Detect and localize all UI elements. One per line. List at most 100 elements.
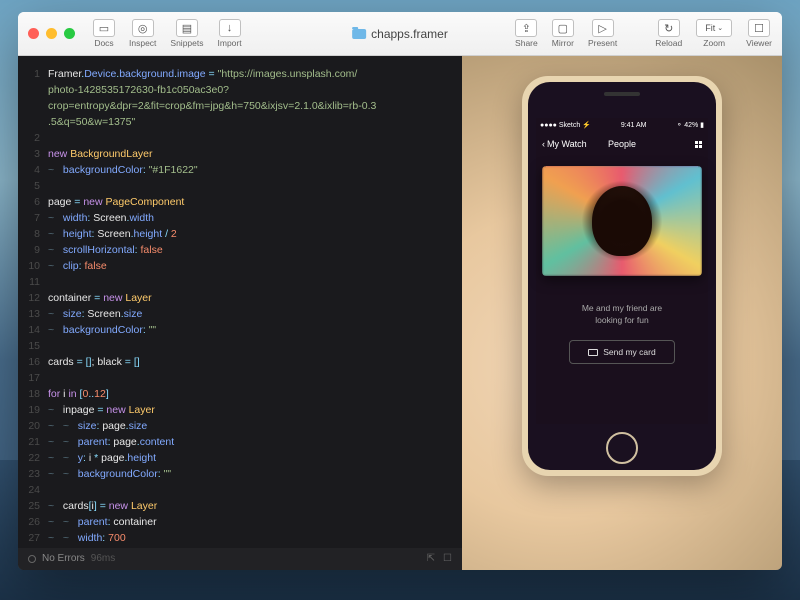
line-number: 20 (26, 418, 48, 434)
code-line[interactable]: photo-1428535172630-fb1c050ac3e0? (18, 82, 462, 98)
line-number: 22 (26, 450, 48, 466)
viewer-button[interactable]: ☐Viewer (746, 19, 772, 48)
code-line[interactable]: 15 (18, 338, 462, 354)
code-line[interactable]: 14~ backgroundColor: "" (18, 322, 462, 338)
code-line[interactable]: 21~ ~ parent: page.content (18, 434, 462, 450)
share-icon: ⇪ (515, 19, 537, 37)
traffic-lights (28, 28, 75, 39)
line-number: 9 (26, 242, 48, 258)
code-line[interactable]: 16cards = []; black = [] (18, 354, 462, 370)
code-line[interactable]: .5&q=50&w=1375" (18, 114, 462, 130)
docs-button[interactable]: ▭Docs (93, 19, 115, 48)
code-line[interactable]: 6page = new PageComponent (18, 194, 462, 210)
code-line[interactable]: 7~ width: Screen.width (18, 210, 462, 226)
line-number: 4 (26, 162, 48, 178)
zoom-button[interactable]: Fit ⌄Zoom (696, 19, 732, 48)
code-line[interactable]: 19~ inpage = new Layer (18, 402, 462, 418)
code-line[interactable]: 18for i in [0..12] (18, 386, 462, 402)
mirror-icon: ▢ (552, 19, 574, 37)
code-line[interactable]: 27~ ~ width: 700 (18, 530, 462, 546)
device-screen[interactable]: ●●●● Sketch ⚡ 9:41 AM ⚬ 42% ▮ ‹ My Watch… (536, 118, 708, 424)
code-line[interactable]: 8~ height: Screen.height / 2 (18, 226, 462, 242)
code-line[interactable]: 12container = new Layer (18, 290, 462, 306)
home-button[interactable] (606, 432, 638, 464)
toolbar-label: Reload (655, 38, 682, 48)
send-card-button[interactable]: Send my card (569, 340, 674, 364)
card-caption: Me and my friend are looking for fun (582, 302, 662, 326)
panel-icon[interactable]: ☐ (443, 551, 452, 567)
line-number: 25 (26, 498, 48, 514)
zoom-icon: Fit ⌄ (696, 19, 732, 37)
ios-status-bar: ●●●● Sketch ⚡ 9:41 AM ⚬ 42% ▮ (536, 118, 708, 132)
code-line[interactable]: 23~ ~ backgroundColor: "" (18, 466, 462, 482)
line-number: 23 (26, 466, 48, 482)
back-button[interactable]: ‹ My Watch (542, 139, 587, 149)
line-number: 19 (26, 402, 48, 418)
snippet-icon: ▤ (176, 19, 198, 37)
mirror-button[interactable]: ▢Mirror (552, 19, 574, 48)
import-button[interactable]: ↓Import (218, 19, 242, 48)
app-window: ▭Docs◎Inspect▤Snippets↓Import chapps.fra… (18, 12, 782, 570)
code-line[interactable]: 17 (18, 370, 462, 386)
grid-icon (695, 141, 702, 148)
preview-pane: ●●●● Sketch ⚡ 9:41 AM ⚬ 42% ▮ ‹ My Watch… (462, 56, 782, 570)
inspect-button[interactable]: ◎Inspect (129, 19, 156, 48)
code-line[interactable]: 25~ cards[i] = new Layer (18, 498, 462, 514)
line-number: 16 (26, 354, 48, 370)
line-number: 1 (26, 66, 48, 82)
share-button[interactable]: ⇪Share (515, 19, 538, 48)
close-icon[interactable] (28, 28, 39, 39)
maximize-icon[interactable] (64, 28, 75, 39)
line-number: 26 (26, 514, 48, 530)
code-line[interactable]: 1Framer.Device.background.image = "https… (18, 66, 462, 82)
line-number: 18 (26, 386, 48, 402)
code-line[interactable]: 5 (18, 178, 462, 194)
code-line[interactable]: crop=entropy&dpr=2&fit=crop&fm=jpg&h=750… (18, 98, 462, 114)
chevron-left-icon: ‹ (542, 139, 545, 149)
code-line[interactable]: 4~ backgroundColor: "#1F1622" (18, 162, 462, 178)
toolbar-label: Share (515, 38, 538, 48)
present-button[interactable]: ▷Present (588, 19, 617, 48)
code-line[interactable]: 3new BackgroundLayer (18, 146, 462, 162)
nav-title: People (608, 139, 636, 149)
code-line[interactable]: 22~ ~ y: i * page.height (18, 450, 462, 466)
profile-card[interactable] (542, 166, 702, 276)
viewer-icon: ☐ (748, 19, 770, 37)
toolbar-label: Inspect (129, 38, 156, 48)
code-line[interactable]: 2 (18, 130, 462, 146)
line-number: 3 (26, 146, 48, 162)
carrier-label: ●●●● Sketch ⚡ (540, 121, 591, 129)
code-line[interactable]: 24 (18, 482, 462, 498)
line-number: 13 (26, 306, 48, 322)
book-icon: ▭ (93, 19, 115, 37)
status-bar: No Errors 96ms ⇱ ☐ (18, 548, 462, 570)
titlebar: ▭Docs◎Inspect▤Snippets↓Import chapps.fra… (18, 12, 782, 56)
minimize-icon[interactable] (46, 28, 57, 39)
line-number (26, 98, 48, 114)
fold-icon[interactable]: ⇱ (427, 551, 435, 567)
line-number: 24 (26, 482, 48, 498)
toolbar-label: Snippets (170, 38, 203, 48)
code-line[interactable]: 26~ ~ parent: container (18, 514, 462, 530)
toolbar-label: Viewer (746, 38, 772, 48)
line-number: 14 (26, 322, 48, 338)
target-icon: ◎ (132, 19, 154, 37)
folder-icon (352, 29, 366, 39)
code-line[interactable]: 20~ ~ size: page.size (18, 418, 462, 434)
code-editor[interactable]: 1Framer.Device.background.image = "https… (18, 56, 462, 570)
code-line[interactable]: 13~ size: Screen.size (18, 306, 462, 322)
status-dot-icon (28, 555, 36, 563)
reload-button[interactable]: ↻Reload (655, 19, 682, 48)
grid-button[interactable] (695, 141, 702, 148)
line-number (26, 114, 48, 130)
reload-icon: ↻ (658, 19, 680, 37)
code-line[interactable]: 10~ clip: false (18, 258, 462, 274)
line-number: 8 (26, 226, 48, 242)
code-line[interactable]: 9~ scrollHorizontal: false (18, 242, 462, 258)
code-line[interactable]: 11 (18, 274, 462, 290)
line-number: 12 (26, 290, 48, 306)
toolbar-label: Mirror (552, 38, 574, 48)
line-number: 21 (26, 434, 48, 450)
snippets-button[interactable]: ▤Snippets (170, 19, 203, 48)
nav-bar: ‹ My Watch People (536, 132, 708, 156)
